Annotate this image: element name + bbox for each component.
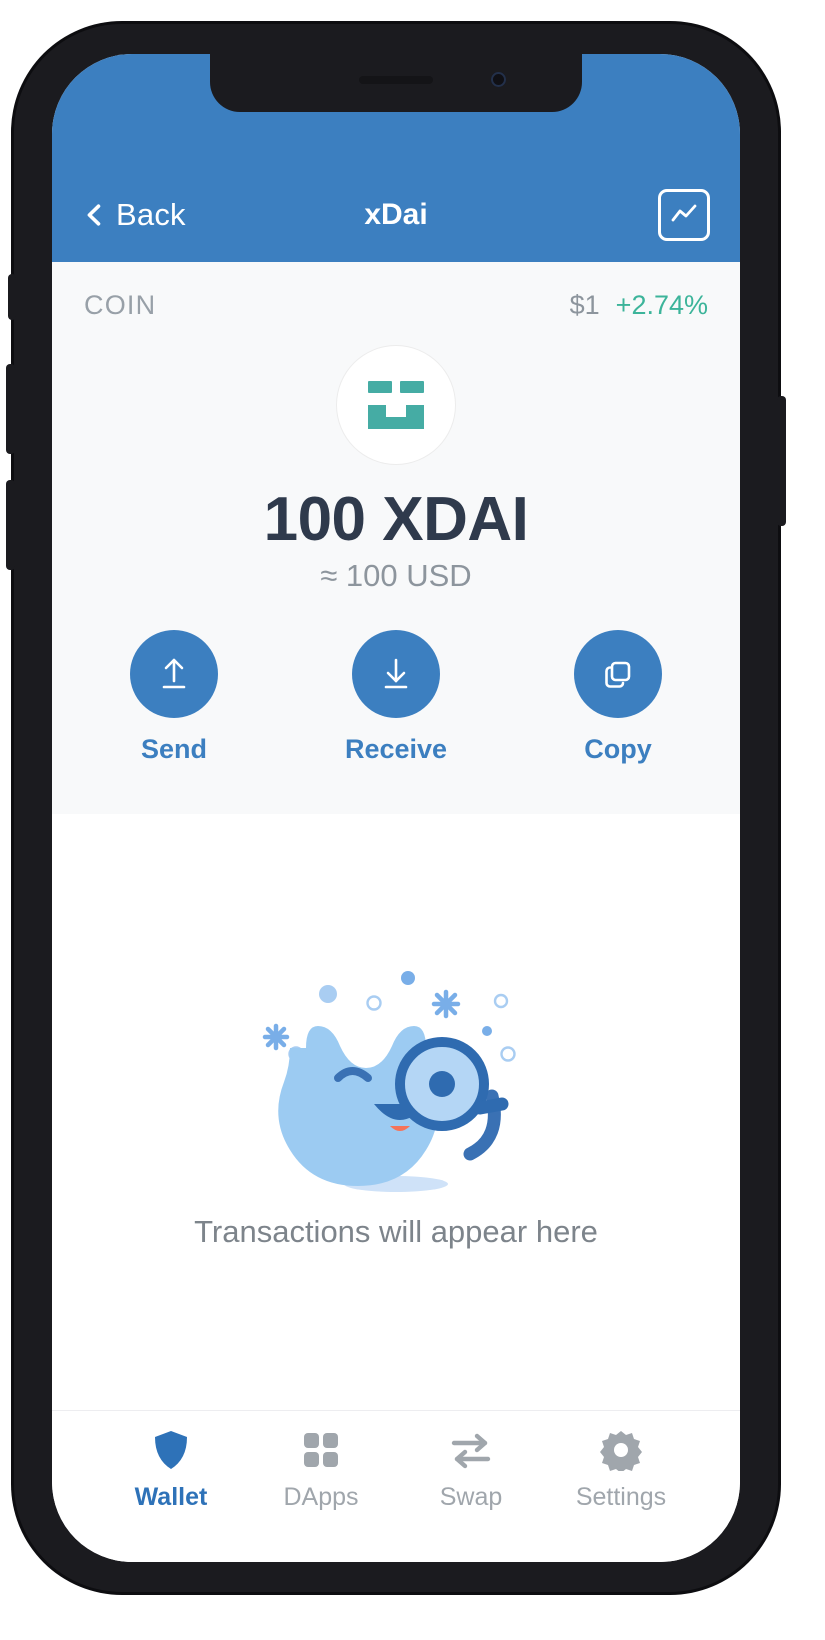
back-label: Back (116, 197, 186, 232)
tab-wallet[interactable]: Wallet (96, 1427, 246, 1562)
send-button[interactable]: Send (104, 630, 244, 765)
front-camera-icon (491, 72, 506, 87)
coin-price-group: $1 +2.74% (570, 290, 708, 321)
notch (210, 54, 582, 112)
receive-button[interactable]: Receive (326, 630, 466, 765)
chevron-left-icon (87, 204, 101, 226)
tab-dapps[interactable]: DApps (246, 1427, 396, 1562)
balance-amount: 100 XDAI (263, 485, 529, 554)
bottom-tab-bar: Wallet DApps Swap Settings (52, 1410, 740, 1562)
copy-button-circle (574, 630, 662, 718)
volume-down-button[interactable] (6, 480, 15, 570)
coin-meta-row: COIN $1 +2.74% (52, 262, 740, 321)
coin-kind-label: COIN (84, 290, 157, 320)
receive-button-label: Receive (344, 734, 448, 764)
tab-dapps-label: DApps (283, 1483, 359, 1511)
grid-squares-icon (301, 1427, 341, 1473)
action-buttons-row: Send Receive Copy (52, 630, 740, 765)
empty-state-text: Transactions will appear here (194, 1214, 598, 1249)
gear-icon (600, 1427, 642, 1473)
tab-wallet-label: Wallet (134, 1483, 208, 1511)
coin-logo (337, 346, 455, 464)
line-chart-icon (671, 204, 697, 222)
coin-change-percent: +2.74% (615, 290, 708, 320)
coin-price: $1 (569, 290, 600, 320)
transactions-area: Transactions will appear here (52, 814, 740, 1410)
chart-button[interactable] (658, 189, 710, 241)
coin-summary-card: COIN $1 +2.74% 100 XDAI ≈ 100 USD Send R… (52, 262, 740, 814)
volume-up-button[interactable] (6, 364, 15, 454)
send-button-circle (130, 630, 218, 718)
mute-switch[interactable] (8, 274, 16, 320)
copy-button[interactable]: Copy (548, 630, 688, 765)
shield-icon (152, 1427, 190, 1473)
phone-screen: Back xDai COIN $1 +2.74% 100 XDAI ≈ 100 … (52, 54, 740, 1562)
send-button-label: Send (140, 734, 207, 764)
receive-button-circle (352, 630, 440, 718)
speaker-grille (359, 76, 433, 84)
arrow-up-line-icon (162, 658, 186, 689)
navigation-bar: Back xDai (52, 168, 740, 262)
tab-swap-label: Swap (439, 1483, 503, 1511)
phone-frame: Back xDai COIN $1 +2.74% 100 XDAI ≈ 100 … (6, 24, 786, 1592)
back-button[interactable]: Back (82, 197, 186, 233)
power-button[interactable] (777, 396, 786, 526)
xdai-logo-icon (368, 381, 424, 429)
tab-settings[interactable]: Settings (546, 1427, 696, 1562)
winking-blob-magnifier-icon (262, 971, 516, 1192)
tab-settings-label: Settings (575, 1483, 667, 1511)
copy-squares-icon (605, 661, 631, 688)
copy-button-label: Copy (584, 734, 652, 764)
arrow-down-line-icon (384, 658, 408, 689)
balance-fiat: ≈ 100 USD (320, 558, 472, 593)
swap-arrows-icon (449, 1427, 493, 1473)
tab-swap[interactable]: Swap (396, 1427, 546, 1562)
